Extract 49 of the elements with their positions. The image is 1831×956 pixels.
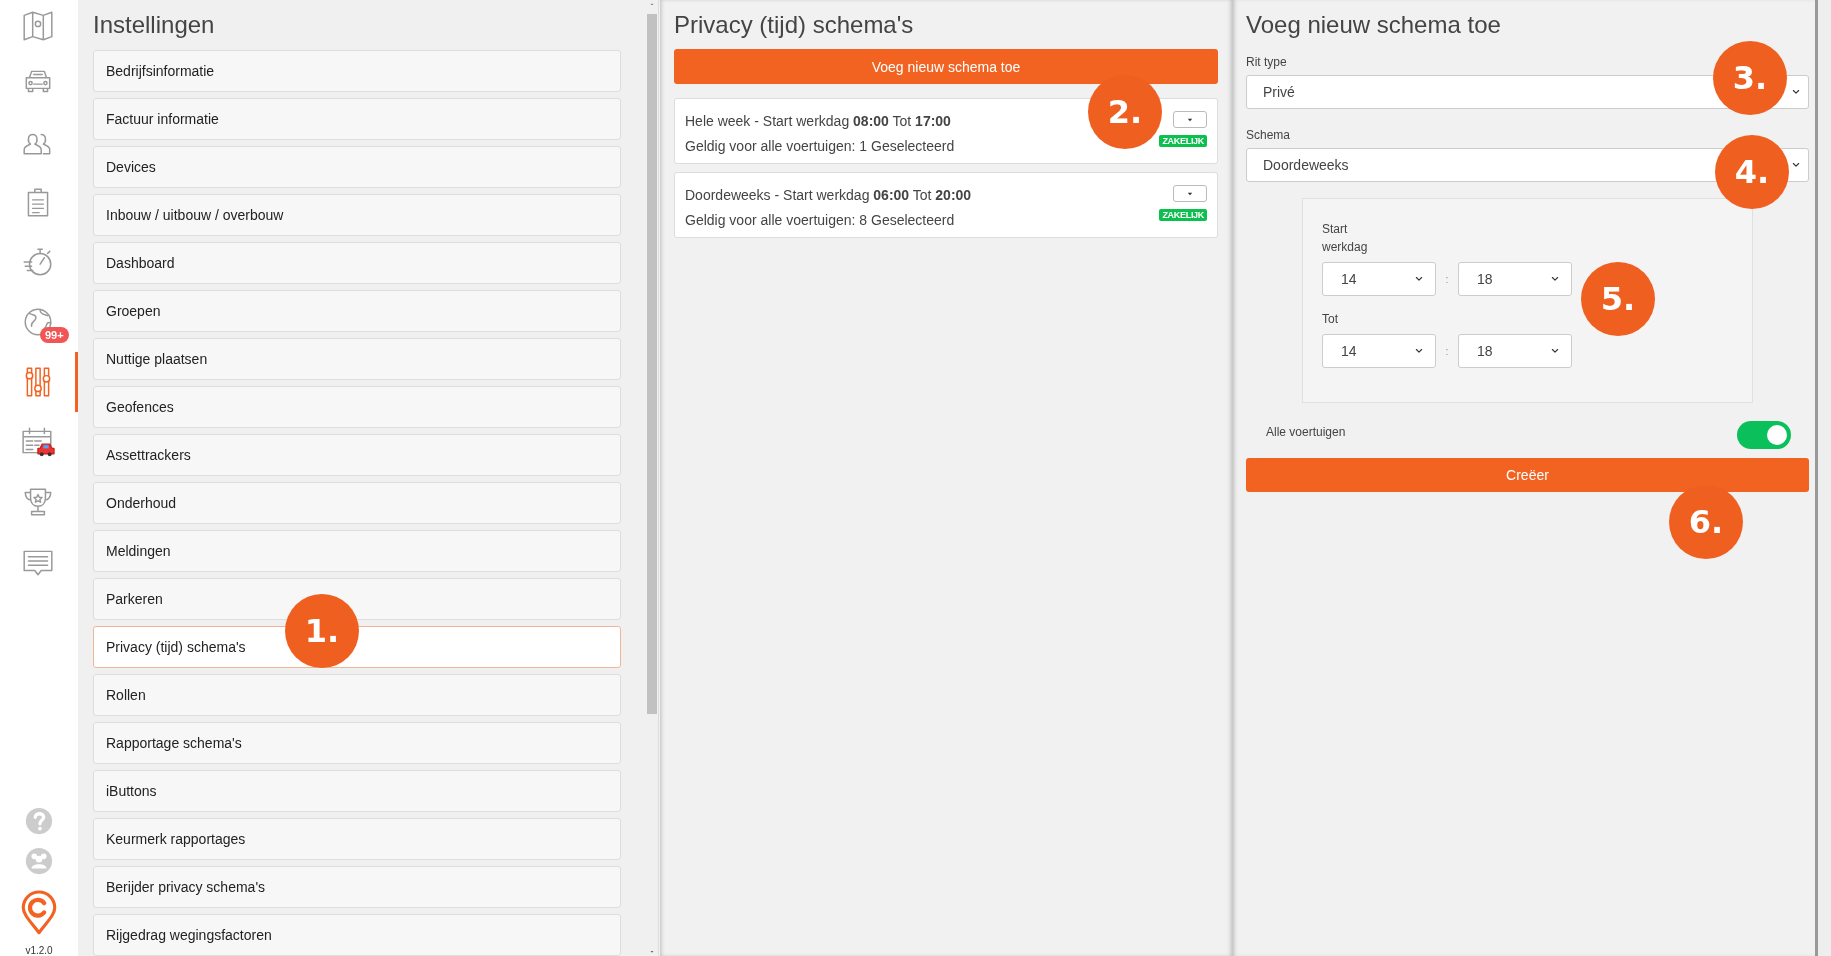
settings-item[interactable]: Meldingen <box>93 530 621 572</box>
dropdown-button[interactable] <box>1173 185 1207 202</box>
type-tag: ZAKELIJK <box>1159 209 1207 221</box>
settings-item[interactable]: Devices <box>93 146 621 188</box>
schedule-summary: Hele week - Start werkdag 08:00 Tot 17:00 <box>685 112 952 131</box>
calendar-icon <box>21 425 55 459</box>
schedule-summary: Doordeweeks - Start werkdag 06:00 Tot 20:00 <box>685 186 972 205</box>
select-field[interactable]: 14 <box>1322 334 1436 368</box>
settings-item[interactable]: Parkeren <box>93 578 621 620</box>
toggle-switch[interactable] <box>1737 421 1791 449</box>
settings-item[interactable]: Assettrackers <box>93 434 621 476</box>
settings-item[interactable]: Dashboard <box>93 242 621 284</box>
dropdown-button[interactable] <box>1173 111 1207 128</box>
settings-item[interactable]: Keurmerk rapportages <box>93 818 621 860</box>
time-separator: : <box>1444 345 1450 357</box>
select-field[interactable]: 18 <box>1458 334 1572 368</box>
settings-item[interactable]: Rollen <box>93 674 621 716</box>
settings-item[interactable]: Berijder privacy schema's <box>93 866 621 908</box>
type-tag: ZAKELIJK <box>1159 135 1207 147</box>
scrollbar-thumb[interactable] <box>646 14 657 714</box>
settings-item[interactable]: Rijgedrag wegingsfactoren <box>93 914 621 956</box>
settings-item[interactable]: iButtons <box>93 770 621 812</box>
settings-item[interactable]: Factuur informatie <box>93 98 621 140</box>
panel-title: Privacy (tijd) schema's <box>674 10 914 40</box>
toggle-label: Alle voertuigen <box>1266 425 1346 439</box>
help-icon[interactable] <box>24 806 54 836</box>
time-separator: : <box>1444 273 1450 285</box>
time-label: Tot <box>1322 311 1339 328</box>
field-label: Schema <box>1246 128 1291 142</box>
vehicle-count: Geldig voor alle voertuigen: 8 Geselecteerd <box>685 211 956 230</box>
time-label: Start werkdag <box>1322 221 1369 256</box>
form-title: Voeg nieuw schema toe <box>1246 10 1501 40</box>
settings-item[interactable]: Onderhoud <box>93 482 621 524</box>
field-label: Rit type <box>1246 55 1287 69</box>
version-label: v1.2.0 <box>24 945 54 956</box>
vehicle-count: Geldig voor alle voertuigen: 1 Geselecteerd <box>685 137 955 156</box>
settings-item[interactable]: Bedrijfsinformatie <box>93 50 621 92</box>
panel-title: Instellingen <box>93 10 215 40</box>
users-icon[interactable] <box>24 846 54 876</box>
scrollbar[interactable] <box>645 0 659 956</box>
select-field[interactable]: 18 <box>1458 262 1572 296</box>
settings-item[interactable]: Nuttige plaatsen <box>93 338 621 380</box>
settings-item[interactable]: Rapportage schema's <box>93 722 621 764</box>
settings-item[interactable]: Geofences <box>93 386 621 428</box>
map-icon <box>21 9 55 43</box>
notification-badge: 99+ <box>40 327 69 343</box>
settings-item[interactable]: Inbouw / uitbouw / overbouw <box>93 194 621 236</box>
select-field[interactable]: 14 <box>1322 262 1436 296</box>
settings-item[interactable]: Groepen <box>93 290 621 332</box>
